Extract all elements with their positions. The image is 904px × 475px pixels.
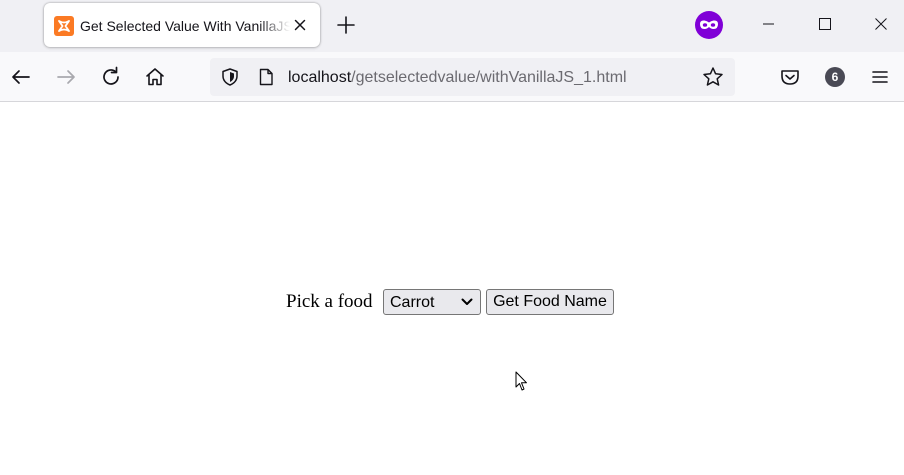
active-tab[interactable]: Get Selected Value With VanillaJS: [44, 3, 320, 47]
url-path: /getselectedvalue/withVanillaJS_1.html: [351, 69, 627, 86]
pick-food-label: Pick a food: [286, 291, 373, 312]
chevron-down-icon: [461, 298, 473, 305]
food-select[interactable]: Carrot: [383, 289, 481, 315]
minimize-icon[interactable]: [745, 8, 791, 40]
arrow-left-icon[interactable]: [8, 64, 34, 90]
reload-icon[interactable]: [98, 64, 124, 90]
page-icon[interactable]: [256, 67, 276, 87]
close-tab-icon[interactable]: [290, 15, 310, 35]
page-content: Pick a food Carrot Get Food Name: [0, 103, 904, 475]
star-icon[interactable]: [702, 66, 724, 88]
pocket-icon[interactable]: [777, 64, 803, 90]
plus-icon[interactable]: [334, 13, 358, 37]
maximize-icon[interactable]: [802, 8, 848, 40]
food-select-value: Carrot: [390, 294, 435, 311]
navigation-toolbar: localhost/getselectedvalue/withVanillaJS…: [0, 52, 904, 102]
extensions-count-badge[interactable]: 6: [825, 67, 845, 87]
private-browsing-mask-icon: [695, 11, 723, 39]
home-icon[interactable]: [142, 64, 168, 90]
xampp-icon: [54, 16, 74, 36]
url-host: localhost: [288, 69, 352, 86]
tab-strip: Get Selected Value With VanillaJS: [0, 0, 904, 52]
address-bar[interactable]: localhost/getselectedvalue/withVanillaJS…: [210, 58, 735, 96]
tab-title: Get Selected Value With VanillaJS: [80, 18, 290, 34]
close-icon[interactable]: [858, 8, 904, 40]
mouse-cursor-icon: [515, 371, 527, 391]
tracking-protection-shield-icon[interactable]: [220, 67, 240, 87]
url-text[interactable]: localhost/getselectedvalue/withVanillaJS…: [288, 68, 627, 87]
get-food-name-button[interactable]: Get Food Name: [486, 289, 614, 315]
arrow-right-icon[interactable]: [53, 64, 79, 90]
hamburger-menu-icon[interactable]: [867, 64, 893, 90]
